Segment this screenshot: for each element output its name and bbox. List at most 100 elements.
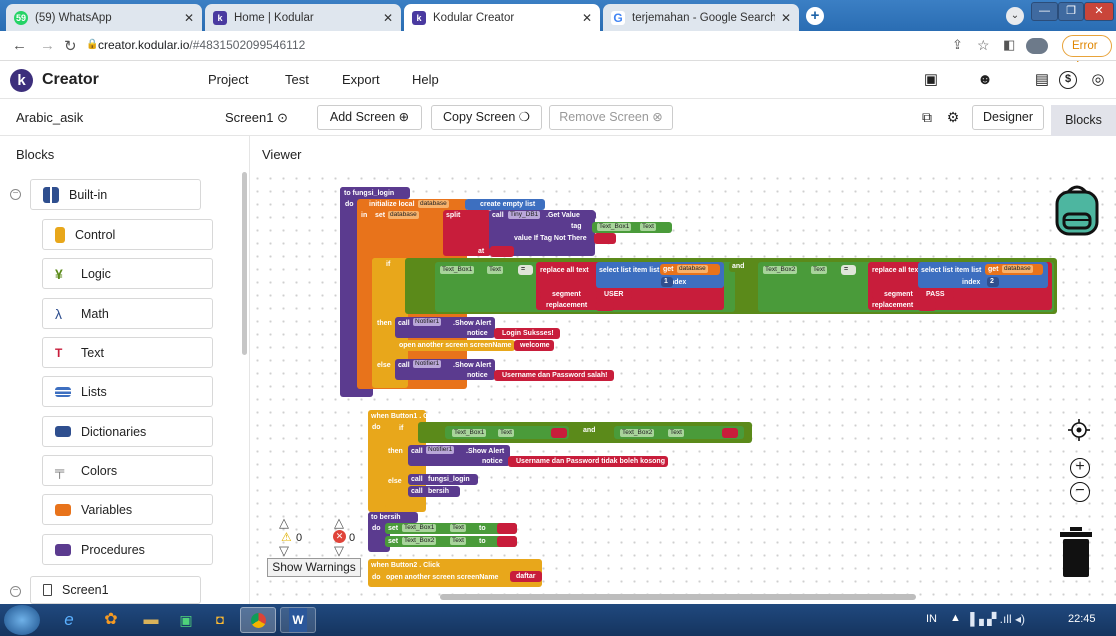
pass-text-block[interactable]: PASS [918, 289, 954, 300]
browser-tab-kodular-creator[interactable]: k Kodular Creator ✕ [404, 4, 600, 31]
textbox1-ref[interactable]: Text_Box1 [402, 524, 437, 532]
blocks-button[interactable]: Blocks [1051, 105, 1116, 136]
text-prop-ref[interactable]: Text [811, 266, 827, 274]
tree-item-dictionaries[interactable]: Dictionaries [42, 416, 213, 447]
text-prop-ref[interactable]: Text [640, 223, 656, 231]
text-prop-ref[interactable]: Text [450, 524, 466, 532]
kodular-logo[interactable]: k [10, 69, 33, 92]
gear-icon[interactable]: ⚙ [944, 108, 962, 126]
tree-item-colors[interactable]: ╤ Colors [42, 455, 213, 486]
textbox1-ref[interactable]: Text_Box1 [440, 266, 475, 274]
textbox2-ref[interactable]: Text_Box2 [763, 266, 798, 274]
collapse-icon[interactable]: − [10, 586, 21, 597]
ie-icon[interactable]: e [52, 607, 86, 633]
empty-text-block[interactable] [918, 300, 936, 311]
equals-operator[interactable]: = [518, 265, 533, 275]
tree-item-variables[interactable]: Variables [42, 494, 213, 525]
add-screen-button[interactable]: Add Screen ⊕ [317, 105, 422, 130]
trash-icon[interactable] [1060, 527, 1092, 577]
reload-icon[interactable]: ↻ [64, 37, 77, 55]
folder-icon[interactable]: ▣ [922, 71, 940, 89]
index-number-1[interactable]: 1 [661, 277, 673, 287]
close-icon[interactable]: ✕ [582, 11, 592, 25]
warning-down-icon[interactable]: ▽ [279, 543, 289, 559]
var-database[interactable]: database [388, 211, 419, 219]
browser-tab-google-search[interactable]: G terjemahan - Google Search ✕ [603, 4, 799, 31]
app-icon[interactable]: ✿ [94, 607, 128, 633]
sidebar-icon[interactable]: ◧ [1003, 37, 1015, 53]
show-warnings-button[interactable]: Show Warnings [267, 558, 361, 577]
login-sukses-text[interactable]: Login Suksses! [494, 328, 560, 339]
share-icon[interactable]: ⇪ [952, 37, 963, 53]
dollar-icon[interactable]: $ [1059, 71, 1077, 89]
notifier-component[interactable]: Notifier1 [413, 360, 442, 368]
remove-screen-button[interactable]: Remove Screen ⊗ [549, 105, 673, 130]
text-prop-ref[interactable]: Text [668, 429, 684, 437]
start-button[interactable] [4, 605, 40, 635]
tree-item-math[interactable]: λ Math [42, 298, 213, 329]
at-text-block[interactable] [490, 246, 514, 257]
docs-icon[interactable]: ▤ [1033, 71, 1051, 89]
url-field[interactable]: creator.kodular.io/#4831502099546112 [98, 38, 305, 52]
equals-operator[interactable]: = [841, 265, 856, 275]
minimize-button[interactable]: — [1031, 2, 1058, 21]
zoom-out-icon[interactable]: − [1070, 482, 1090, 502]
welcome-text[interactable]: welcome [514, 340, 554, 351]
notifier-show-alert-block-1[interactable]: call .Show Alert notice [395, 317, 495, 338]
tray-chevron-icon[interactable]: ▲ [950, 612, 961, 624]
forward-arrow-icon[interactable]: → [40, 37, 55, 54]
browser-tab-whatsapp[interactable]: 59 (59) WhatsApp ✕ [6, 4, 202, 31]
notifier-component[interactable]: Notifier1 [413, 318, 442, 326]
create-empty-list-block[interactable]: create empty list [465, 199, 545, 210]
close-icon[interactable]: ✕ [184, 11, 194, 25]
var-database[interactable]: database [418, 200, 449, 208]
warning-up-icon[interactable]: △ [279, 515, 289, 531]
word-taskbar-button[interactable]: W [280, 607, 316, 633]
tinydb-component[interactable]: Tiny_DB1 [508, 211, 541, 219]
error-down-icon[interactable]: ▽ [334, 543, 344, 559]
kosong-text[interactable]: Username dan Password tidak boleh kosong [508, 456, 668, 467]
empty-text-block[interactable] [497, 536, 517, 547]
zoom-in-icon[interactable]: + [1070, 458, 1090, 478]
textbox2-ref[interactable]: Text_Box2 [620, 429, 655, 437]
notifier-component[interactable]: Notifier1 [426, 446, 455, 454]
designer-button[interactable]: Designer [972, 105, 1044, 130]
textbox2-ref[interactable]: Text_Box2 [402, 537, 437, 545]
textbox1-ref[interactable]: Text_Box1 [597, 223, 632, 231]
network-flag-icon[interactable]: ▐▗ ▞ .ıll ◂) [966, 612, 1025, 626]
folder-icon[interactable]: ▬ [134, 607, 168, 633]
screen-select[interactable]: Screen1 ⊙ [225, 110, 288, 126]
chrome-taskbar-button[interactable] [240, 607, 276, 633]
user-text-block[interactable]: USER [596, 289, 632, 300]
tab-search-icon[interactable]: ⌄ [1006, 7, 1024, 25]
tree-item-text[interactable]: T Text [42, 337, 213, 368]
empty-text-block[interactable] [722, 428, 738, 438]
menu-help[interactable]: Help [412, 72, 439, 87]
textbox1-ref[interactable]: Text_Box1 [452, 429, 487, 437]
profile-avatar[interactable] [1026, 38, 1048, 54]
error-button[interactable]: Error ⋮ [1062, 35, 1112, 72]
var-database[interactable]: database [677, 265, 708, 273]
green-app-icon[interactable]: ▣ [169, 607, 203, 633]
text-prop-ref[interactable]: Text [450, 537, 466, 545]
var-database[interactable]: database [1002, 265, 1033, 273]
tree-item-control[interactable]: Control [42, 219, 213, 250]
browser-tab-home-kodular[interactable]: k Home | Kodular ✕ [205, 4, 401, 31]
empty-text-block[interactable] [551, 428, 567, 438]
tree-item-built-in[interactable]: Built-in [30, 179, 201, 210]
close-window-button[interactable]: ✕ [1084, 2, 1114, 21]
text-prop-ref[interactable]: Text [487, 266, 503, 274]
back-arrow-icon[interactable]: ← [12, 37, 27, 54]
account-icon[interactable]: ◎ [1089, 71, 1107, 89]
tree-item-procedures[interactable]: Procedures [42, 534, 213, 565]
empty-text-block[interactable] [596, 300, 614, 311]
menu-project[interactable]: Project [208, 72, 248, 87]
empty-text-block[interactable] [594, 233, 616, 244]
empty-text-block[interactable] [497, 523, 517, 534]
maximize-button[interactable]: ❐ [1058, 2, 1084, 21]
copy-screen-button[interactable]: Copy Screen ❍ [431, 105, 542, 130]
backpack-icon[interactable] [1052, 180, 1102, 236]
screenshot-icon[interactable]: ⧉ [918, 108, 936, 126]
procedure-header[interactable]: to fungsi_login [340, 187, 410, 199]
clock[interactable]: 22:45 [1068, 613, 1096, 625]
